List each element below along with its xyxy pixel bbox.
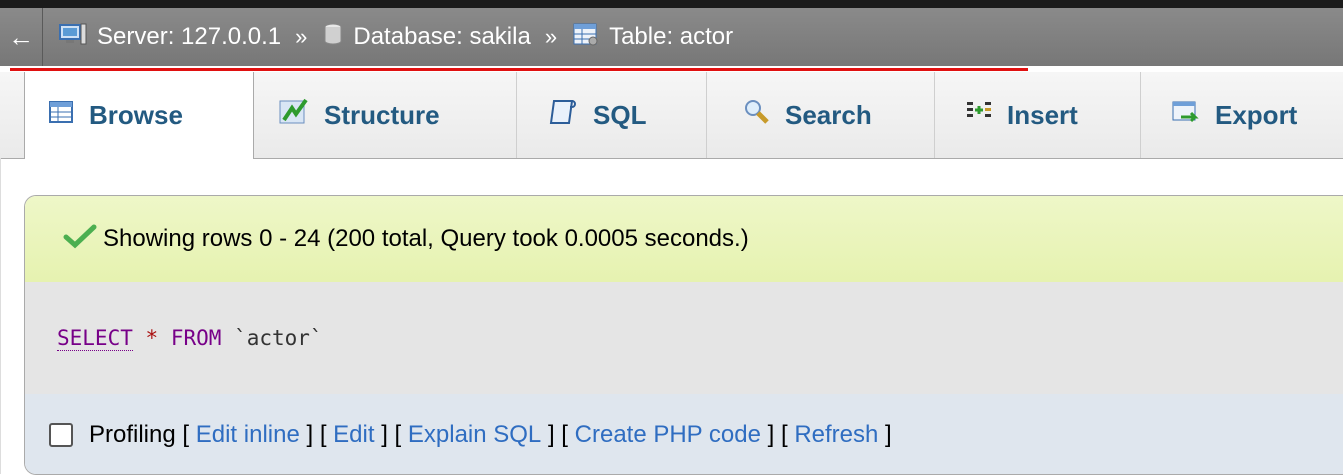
bracket-open: [ — [561, 421, 568, 448]
breadcrumb: ← Server: 127.0.0.1 » Database: sakila »… — [0, 8, 1343, 66]
sql-query-code: SELECT * FROM `actor` — [57, 326, 323, 351]
bracket-close: ] — [767, 421, 775, 448]
breadcrumb-server[interactable]: Server: 127.0.0.1 — [59, 22, 281, 53]
tab-export-label: Export — [1215, 99, 1298, 130]
database-icon — [323, 22, 343, 53]
bracket-close: ] — [885, 421, 892, 448]
sql-table-name: `actor` — [234, 326, 323, 350]
window-top-frame — [0, 0, 1343, 8]
edit-inline-link[interactable]: Edit inline — [196, 421, 300, 449]
success-check-icon — [63, 223, 97, 256]
tab-export[interactable]: Export — [1141, 72, 1343, 158]
sql-options-bar: Profiling [ Edit inline ] [ Edit ] [ Exp… — [25, 394, 1343, 474]
tab-sql[interactable]: SQL — [517, 72, 707, 158]
success-message: Showing rows 0 - 24 (200 total, Query to… — [25, 196, 1343, 282]
breadcrumb-table-label: Table: actor — [609, 23, 734, 50]
breadcrumb-separator: » — [295, 24, 308, 49]
explain-sql-link[interactable]: Explain SQL — [408, 421, 541, 449]
tab-sql-label: SQL — [593, 99, 647, 130]
server-icon — [59, 22, 87, 53]
query-result-panel: Showing rows 0 - 24 (200 total, Query to… — [24, 195, 1343, 475]
search-icon — [743, 98, 771, 133]
sql-star: * — [145, 326, 159, 350]
breadcrumb-separator: » — [544, 24, 558, 49]
breadcrumb-server-label: Server: 127.0.0.1 — [97, 23, 282, 50]
tab-structure-label: Structure — [324, 99, 440, 130]
sql-keyword-select[interactable]: SELECT — [57, 326, 133, 351]
bracket-close: ] — [381, 421, 388, 448]
bracket-close: ] — [547, 421, 555, 448]
sql-document-icon — [549, 97, 579, 134]
back-arrow-button[interactable]: ← — [0, 8, 43, 66]
tab-search-label: Search — [785, 99, 872, 130]
browse-table-icon — [49, 100, 75, 131]
edit-link[interactable]: Edit — [333, 421, 374, 449]
sql-keyword-from: FROM — [170, 326, 222, 350]
success-message-text: Showing rows 0 - 24 (200 total, Query to… — [103, 225, 749, 252]
tab-browse-label: Browse — [89, 100, 183, 130]
breadcrumb-table[interactable]: Table: actor — [573, 22, 733, 53]
content-left-border — [0, 158, 1, 474]
breadcrumb-database-label: Database: sakila — [353, 23, 531, 50]
structure-icon — [278, 98, 310, 133]
tab-search[interactable]: Search — [707, 72, 935, 158]
tab-browse[interactable]: Browse — [24, 72, 254, 159]
refresh-link[interactable]: Refresh — [794, 421, 878, 449]
sql-query-box: SELECT * FROM `actor` — [25, 282, 1343, 394]
profiling-label: Profiling — [89, 421, 176, 448]
export-icon — [1171, 98, 1201, 133]
bracket-open: [ — [182, 421, 190, 448]
create-php-code-link[interactable]: Create PHP code — [575, 421, 761, 449]
tab-insert[interactable]: Insert — [935, 72, 1141, 158]
tab-insert-label: Insert — [1007, 99, 1078, 130]
bracket-open: [ — [319, 421, 327, 448]
tab-structure[interactable]: Structure — [254, 72, 517, 158]
profiling-checkbox[interactable] — [49, 423, 73, 447]
bracket-open: [ — [394, 421, 402, 448]
annotation-underline — [10, 68, 1028, 71]
breadcrumb-database[interactable]: Database: sakila — [323, 22, 531, 53]
bracket-close: ] — [306, 421, 314, 448]
table-icon — [573, 22, 599, 53]
insert-icon — [965, 98, 993, 133]
tab-bar: Browse Structure SQL Search Insert Expor… — [0, 72, 1343, 159]
bracket-open: [ — [780, 421, 788, 448]
